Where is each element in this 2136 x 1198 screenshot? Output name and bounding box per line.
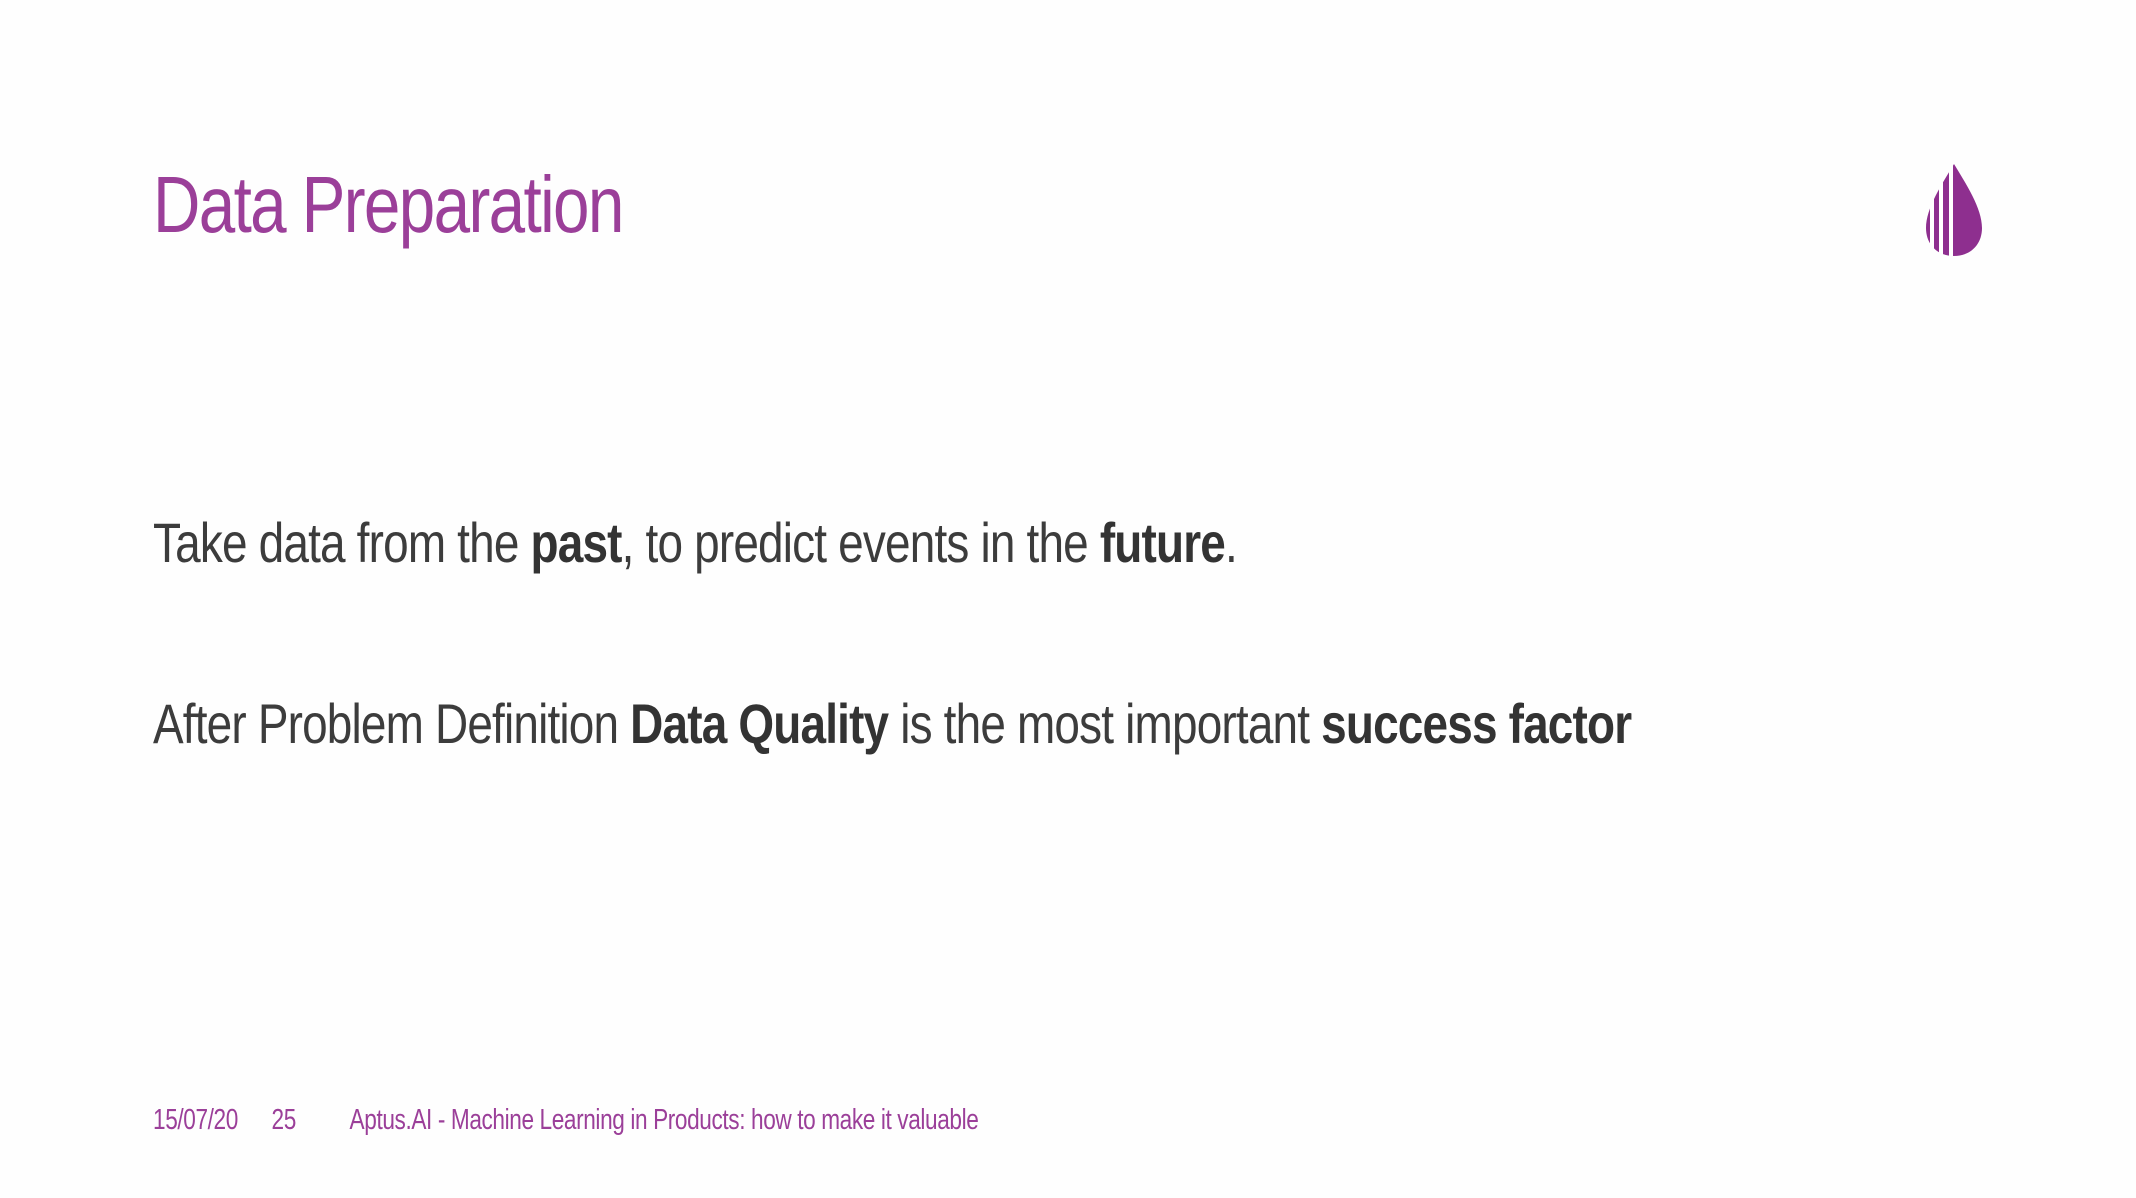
slide-title: Data Preparation [153, 160, 624, 249]
emphasis-past: past [530, 511, 623, 574]
emphasis-future: future [1099, 511, 1226, 574]
footer-date: 15/07/20 [153, 1104, 238, 1136]
slide-footer: 15/07/20 25 Aptus.AI - Machine Learning in… [153, 1100, 979, 1140]
statement-data-quality: After Problem Definition Data Quality is… [153, 686, 1632, 762]
slide: Data Preparation Take data from the past… [0, 0, 2136, 1198]
statement-past-future: Take data from the past, to predict even… [153, 505, 1238, 581]
statement-text: is the most important [888, 692, 1322, 755]
emphasis-success-factor: success factor [1321, 692, 1632, 755]
statement-text: After Problem Definition [153, 692, 631, 755]
footer-page-number: 25 [271, 1104, 297, 1136]
statement-text: Take data from the [153, 511, 531, 574]
droplet-icon [1926, 164, 1982, 256]
footer-caption: Aptus.AI - Machine Learning in Products:… [349, 1104, 979, 1136]
statement-text: , to predict events in the [621, 511, 1100, 574]
emphasis-data-quality: Data Quality [630, 692, 889, 755]
statement-text: . [1224, 511, 1238, 574]
